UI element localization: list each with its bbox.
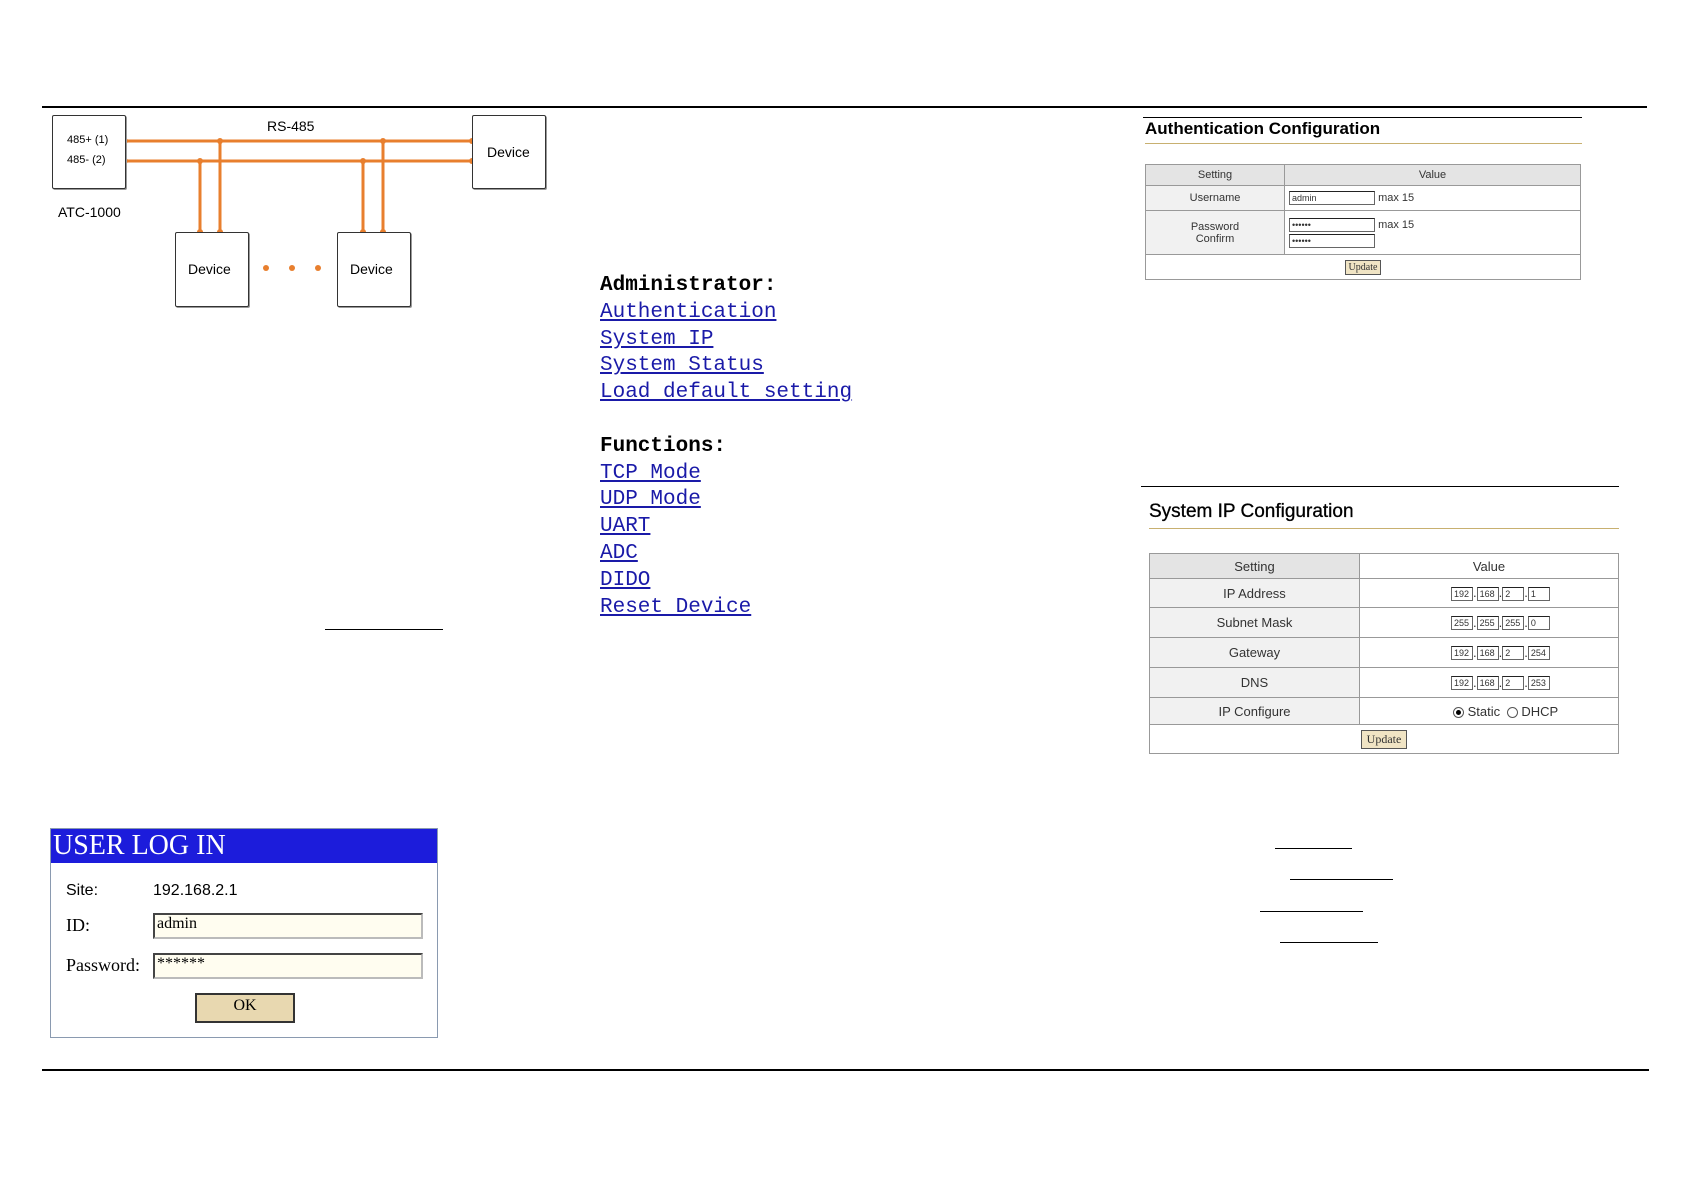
- dns-label: DNS: [1149, 667, 1360, 698]
- load-default-setting-link[interactable]: Load default setting: [600, 380, 852, 407]
- mask-octet-1[interactable]: 255: [1451, 616, 1473, 631]
- uart-link[interactable]: UART: [600, 514, 852, 541]
- username-hint: max 15: [1378, 191, 1415, 204]
- udp-mode-link[interactable]: UDP Mode: [600, 487, 852, 514]
- administrator-header: Administrator:: [600, 274, 777, 297]
- authentication-link[interactable]: Authentication: [600, 300, 852, 327]
- mask-octet-4[interactable]: 0: [1527, 616, 1550, 631]
- password-label: Password: [1190, 220, 1240, 233]
- dhcp-radio-button[interactable]: [1506, 706, 1518, 718]
- dns-octet-2[interactable]: 168: [1476, 676, 1499, 691]
- sysip-title-underline: [1149, 528, 1619, 529]
- ip-octet-2[interactable]: 168: [1476, 586, 1499, 601]
- ip-address-label: IP Address: [1149, 578, 1360, 608]
- controller-label: ATC-1000: [58, 204, 121, 220]
- adc-link[interactable]: ADC: [600, 541, 852, 568]
- bottom-rule: [42, 1069, 1649, 1071]
- col-value-header: Value: [1284, 164, 1581, 186]
- auth-top-rule: [1143, 117, 1582, 118]
- password-confirm-label: Password Confirm: [1145, 210, 1285, 255]
- table-row: IP Configure Static DHCP: [1149, 697, 1619, 725]
- system-status-link[interactable]: System Status: [600, 353, 852, 380]
- site-label: Site:: [66, 882, 99, 899]
- bus-label: RS-485: [267, 118, 315, 134]
- login-title-bar: USER LOG IN: [51, 829, 437, 863]
- sysip-title: System IP Configuration: [1149, 501, 1354, 522]
- password-input[interactable]: ******: [153, 953, 423, 979]
- username-input[interactable]: admin: [1289, 191, 1375, 205]
- auth-table: Setting Value Username admin max 15 Pass…: [1145, 164, 1581, 280]
- ok-button[interactable]: OK: [195, 993, 295, 1023]
- mask-octet-3[interactable]: 255: [1502, 616, 1525, 631]
- functions-header: Functions:: [600, 434, 727, 458]
- menu-spacer: [600, 407, 852, 434]
- device-label: Device: [350, 261, 393, 277]
- blank-underline: [1260, 911, 1363, 912]
- ip-configure-label: IP Configure: [1149, 697, 1360, 725]
- device-label: Device: [188, 261, 231, 277]
- table-row: DNS 192. 168. 2. 253: [1149, 667, 1619, 698]
- system-ip-link[interactable]: System IP: [600, 327, 852, 354]
- gateway-octet-3[interactable]: 2: [1502, 646, 1525, 661]
- col-value-header: Value: [1359, 553, 1619, 579]
- blank-underline: [1275, 848, 1352, 849]
- col-setting-header: Setting: [1149, 553, 1360, 579]
- dhcp-label: DHCP: [1521, 703, 1559, 719]
- password-input[interactable]: ••••••: [1289, 217, 1375, 232]
- subnet-mask-label: Subnet Mask: [1149, 607, 1360, 638]
- password-label: Password:: [66, 955, 141, 975]
- device-box-left: Device: [175, 232, 249, 307]
- dido-link[interactable]: DIDO: [600, 568, 852, 595]
- confirm-label: Confirm: [1195, 232, 1235, 245]
- auth-title: Authentication Configuration: [1145, 119, 1381, 138]
- site-value: 192.168.2.1: [153, 882, 238, 899]
- atc-1000-box: 485+ (1) 485- (2): [52, 115, 126, 189]
- pin-minus-label: 485- (2): [67, 154, 106, 166]
- gateway-octet-2[interactable]: 168: [1476, 646, 1499, 661]
- password-hint: max 15: [1378, 218, 1415, 231]
- pin-plus-label: 485+ (1): [67, 134, 109, 146]
- gateway-label: Gateway: [1149, 637, 1360, 668]
- sysip-top-rule: [1141, 486, 1619, 487]
- blank-underline: [1280, 942, 1378, 943]
- dns-octet-3[interactable]: 2: [1502, 676, 1525, 691]
- sysip-update-button[interactable]: Update: [1360, 729, 1408, 749]
- col-setting-header: Setting: [1145, 164, 1285, 186]
- static-label: Static: [1467, 703, 1501, 719]
- admin-function-menu: Administrator: Authentication System IP …: [600, 273, 852, 621]
- ip-octet-1[interactable]: 192: [1451, 586, 1473, 601]
- ip-octet-3[interactable]: 2: [1502, 586, 1525, 601]
- dns-octet-1[interactable]: 192: [1451, 676, 1473, 691]
- id-input[interactable]: admin: [153, 913, 423, 939]
- blank-underline: [325, 629, 443, 630]
- gateway-octet-1[interactable]: 192: [1451, 646, 1473, 661]
- table-row: Gateway 192. 168. 2. 254: [1149, 637, 1619, 668]
- device-box-right: Device: [472, 115, 546, 189]
- blank-underline: [1290, 879, 1393, 880]
- dns-octet-4[interactable]: 253: [1527, 676, 1550, 691]
- user-login-dialog: USER LOG IN Site: 192.168.2.1 ID: admin …: [50, 828, 438, 1038]
- confirm-input[interactable]: ••••••: [1289, 233, 1375, 248]
- gateway-octet-4[interactable]: 254: [1527, 646, 1550, 661]
- id-label: ID:: [66, 915, 90, 935]
- ip-octet-4[interactable]: 1: [1527, 586, 1550, 601]
- tcp-mode-link[interactable]: TCP Mode: [600, 461, 852, 488]
- static-radio-button[interactable]: [1453, 706, 1464, 718]
- device-label: Device: [487, 144, 530, 160]
- username-label: Username: [1145, 185, 1285, 211]
- reset-device-link[interactable]: Reset Device: [600, 595, 852, 622]
- table-row: IP Address 192. 168. 2. 1: [1149, 578, 1619, 608]
- auth-update-button[interactable]: Update: [1344, 259, 1382, 275]
- radio-selected-dot: [1456, 709, 1461, 715]
- sysip-table: Setting Value IP Address 192. 168. 2. 1 Sub…: [1149, 553, 1619, 754]
- table-row: Subnet Mask 255. 255. 255. 0: [1149, 607, 1619, 638]
- mask-octet-2[interactable]: 255: [1476, 616, 1499, 631]
- auth-title-underline: [1145, 143, 1582, 144]
- device-box-middle: Device: [337, 232, 411, 307]
